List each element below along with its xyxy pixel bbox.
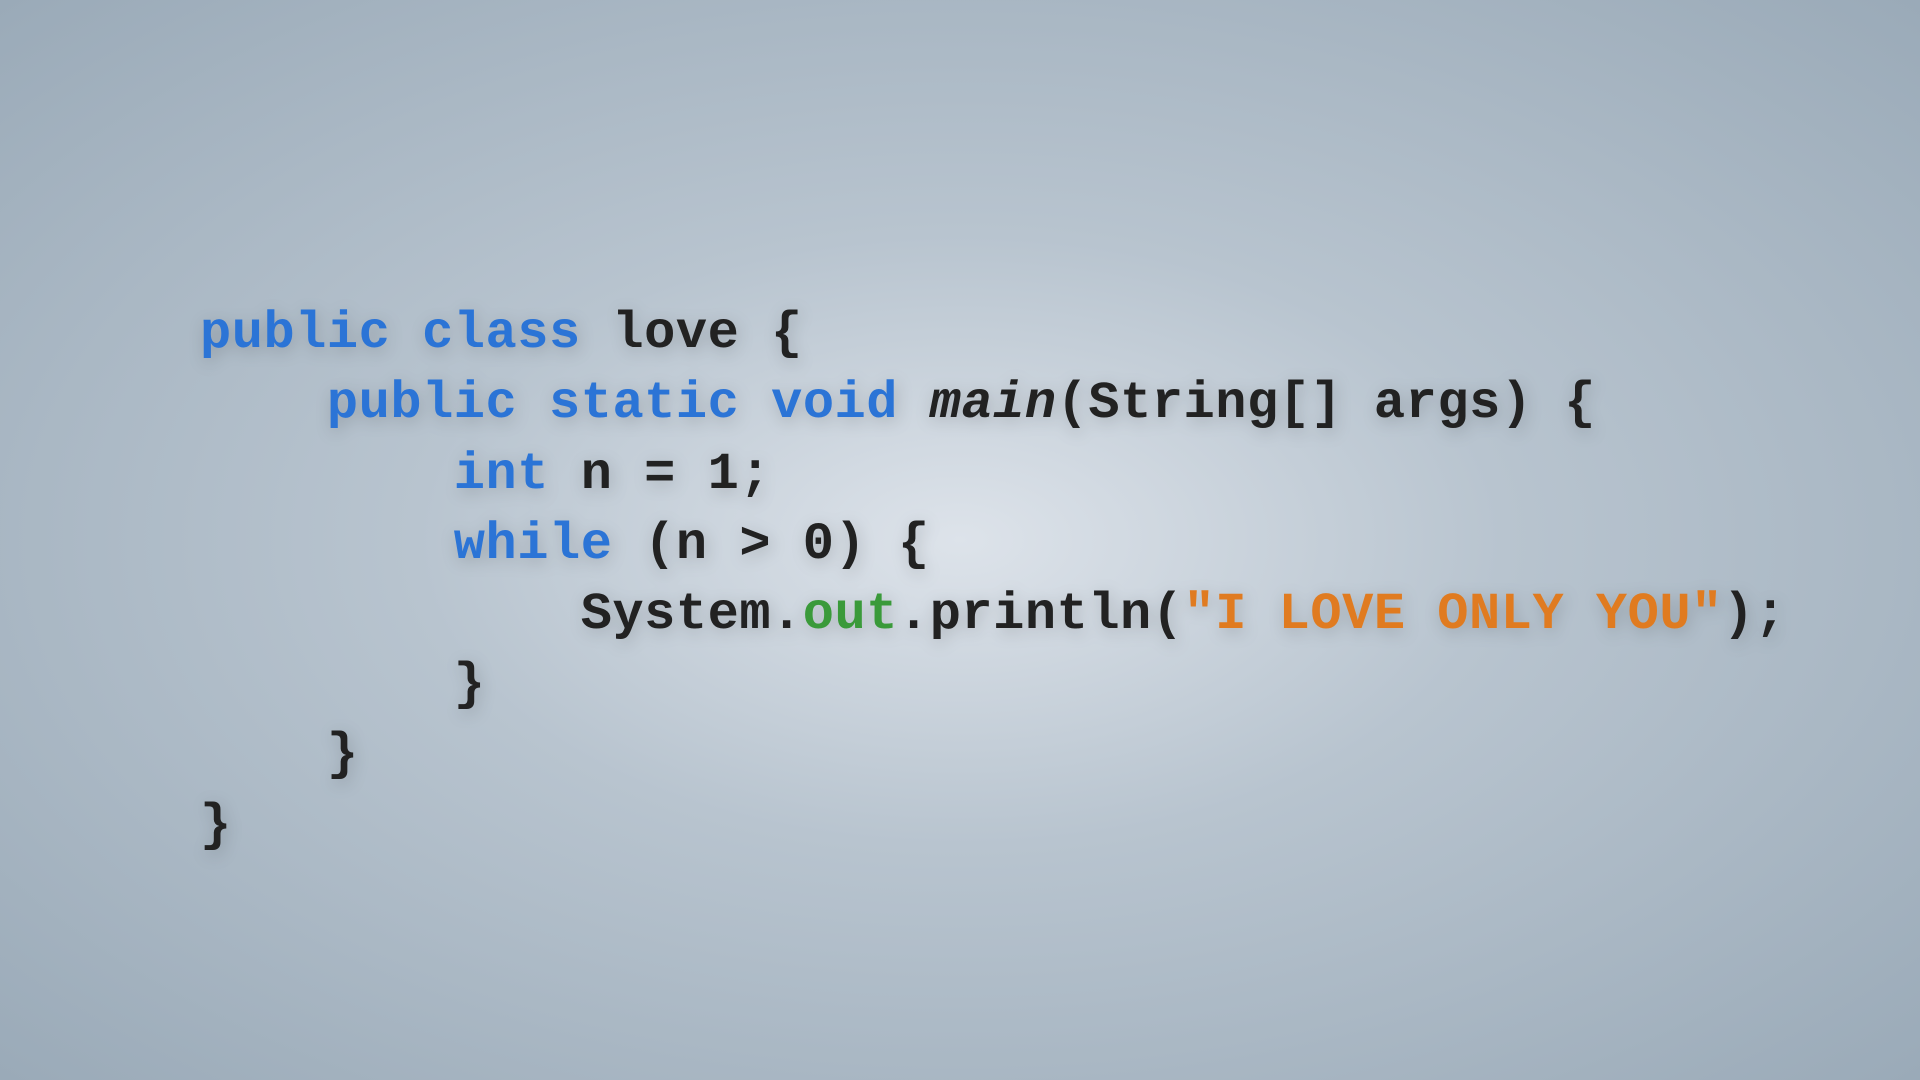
code-line-line3: int n = 1; bbox=[200, 440, 1786, 510]
code-line-line7: } bbox=[200, 720, 1786, 790]
code-line-line5: System.out.println("I LOVE ONLY YOU"); bbox=[200, 580, 1786, 650]
code-line-line6: } bbox=[200, 650, 1786, 720]
code-block: public class love { public static void m… bbox=[0, 219, 1786, 861]
code-line-line4: while (n > 0) { bbox=[200, 510, 1786, 580]
code-line-line1: public class love { bbox=[200, 299, 1786, 369]
code-line-line2: public static void main(String[] args) { bbox=[200, 369, 1786, 439]
code-line-line8: } bbox=[200, 791, 1786, 861]
